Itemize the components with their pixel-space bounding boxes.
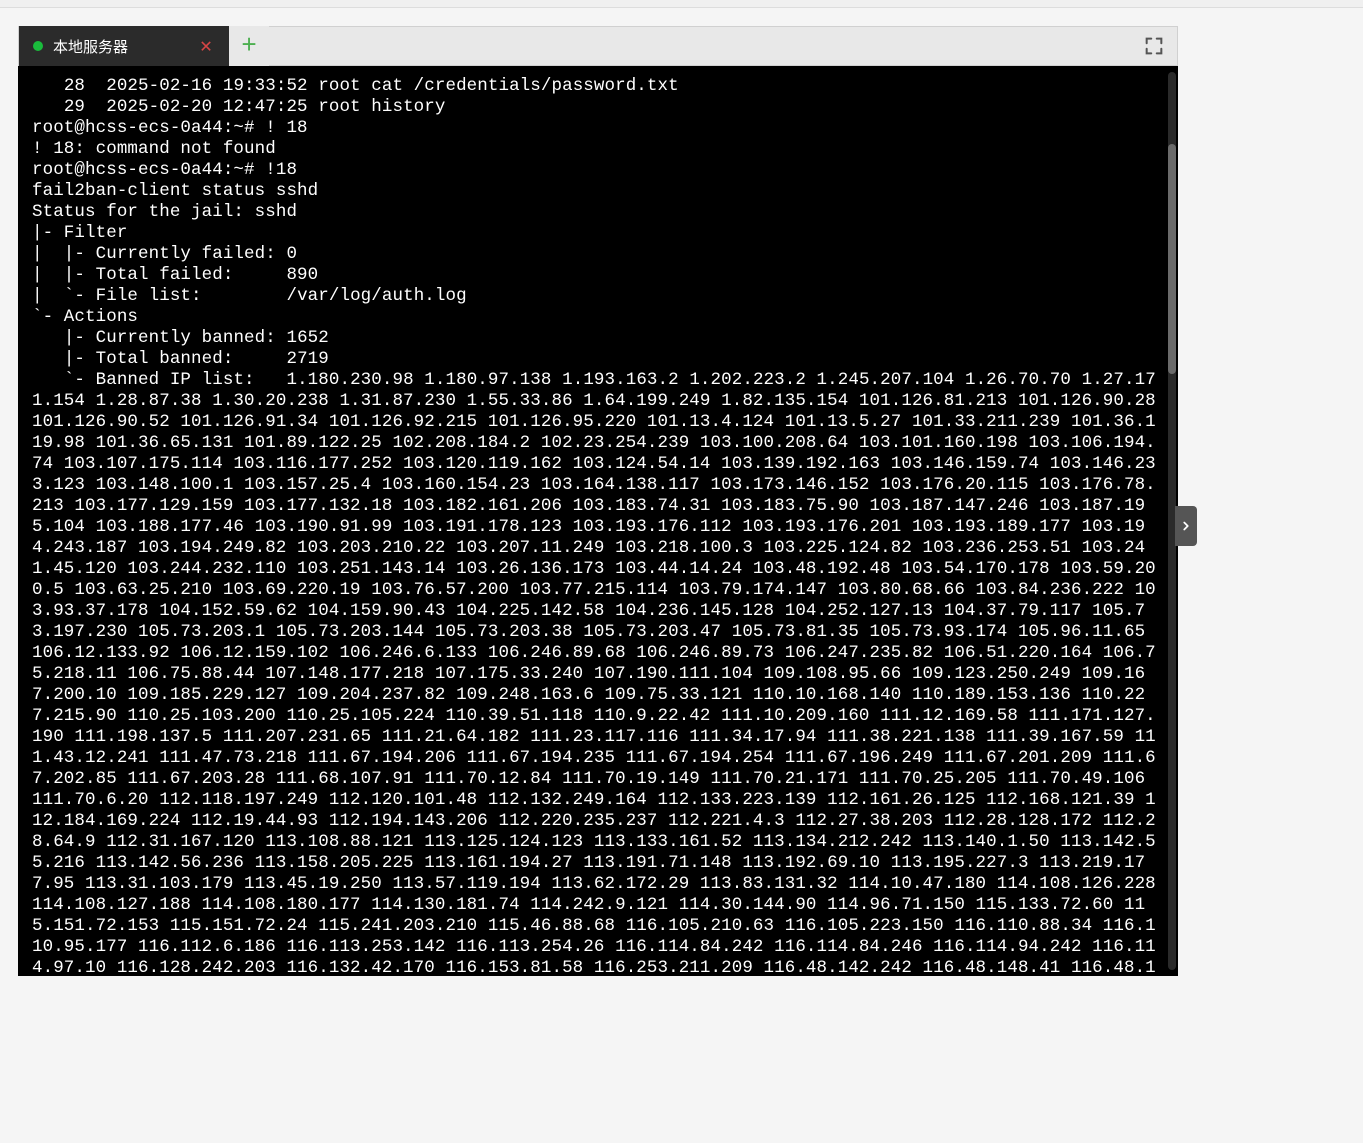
shell-prompt: root@hcss-ecs-0a44:~# — [32, 118, 265, 138]
command-input: ! 18 — [265, 118, 307, 138]
jail-status-header: Status for the jail: sshd — [32, 202, 297, 222]
file-list-label: | `- File list: — [32, 286, 202, 306]
filter-section: |- Filter — [32, 223, 127, 243]
command-input: !18 — [265, 160, 297, 180]
history-line: 29 2025-02-20 12:47:25 root history — [32, 97, 445, 117]
terminal-tab[interactable]: 本地服务器 ✕ — [19, 26, 229, 66]
scrollbar-thumb[interactable] — [1168, 144, 1176, 374]
app-container: 本地服务器 ✕ + 28 2025-02-16 19:33:52 root ca… — [0, 8, 1363, 1143]
currently-failed-value: 0 — [286, 244, 297, 264]
banned-ip-label: `- Banned IP list: — [32, 370, 255, 390]
file-list-value: /var/log/auth.log — [286, 286, 466, 306]
connection-status-dot — [33, 41, 43, 51]
actions-section: `- Actions — [32, 307, 138, 327]
total-banned-label: |- Total banned: — [32, 349, 233, 369]
history-line: 28 2025-02-16 19:33:52 root cat /credent… — [32, 76, 679, 96]
currently-banned-value: 1652 — [286, 328, 328, 348]
banned-ip-list: 1.180.230.98 1.180.97.138 1.193.163.2 1.… — [32, 370, 1166, 976]
tab-title: 本地服务器 — [53, 36, 187, 57]
total-failed-label: | |- Total failed: — [32, 265, 233, 285]
terminal-output[interactable]: 28 2025-02-16 19:33:52 root cat /credent… — [18, 66, 1178, 976]
expanded-command: fail2ban-client status sshd — [32, 181, 318, 201]
total-banned-value: 2719 — [286, 349, 328, 369]
currently-banned-label: |- Currently banned: — [32, 328, 276, 348]
shell-prompt: root@hcss-ecs-0a44:~# — [32, 160, 265, 180]
fullscreen-button[interactable] — [1143, 35, 1165, 57]
total-failed-value: 890 — [286, 265, 318, 285]
currently-failed-label: | |- Currently failed: — [32, 244, 276, 264]
top-toolbar — [0, 0, 1363, 8]
close-icon[interactable]: ✕ — [197, 33, 215, 59]
terminal-wrapper: 28 2025-02-16 19:33:52 root cat /credent… — [18, 66, 1178, 976]
tab-bar: 本地服务器 ✕ + — [18, 26, 1178, 66]
error-output: ! 18: command not found — [32, 139, 276, 159]
new-tab-button[interactable]: + — [229, 26, 269, 66]
expand-side-panel-button[interactable] — [1175, 506, 1197, 546]
